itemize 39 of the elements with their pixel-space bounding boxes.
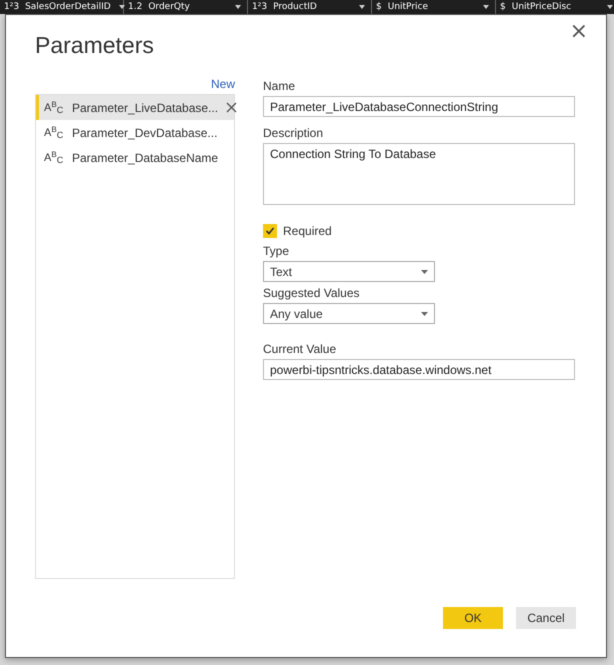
- dialog-title: Parameters: [35, 32, 155, 59]
- ok-button[interactable]: OK: [443, 607, 503, 629]
- column-type-label: 1²3: [252, 2, 268, 12]
- dropdown-caret-icon: [421, 312, 428, 316]
- column-header-label: SalesOrderDetailID: [25, 2, 111, 12]
- cancel-button[interactable]: Cancel: [516, 607, 576, 629]
- column-type-label: 1²3: [4, 2, 20, 12]
- type-label: Type: [263, 244, 290, 258]
- column-header-label: UnitPrice: [388, 2, 428, 12]
- required-checkbox[interactable]: [263, 224, 277, 238]
- current-value-field[interactable]: powerbi-tipsntricks.database.windows.net: [263, 359, 575, 380]
- suggested-values-dropdown[interactable]: Any value: [263, 303, 435, 324]
- parameter-name: Parameter_DevDatabase...: [72, 126, 218, 140]
- name-field[interactable]: Parameter_LiveDatabaseConnectionString: [263, 96, 575, 117]
- dropdown-caret-icon: [233, 3, 243, 11]
- column-type-label: $: [500, 2, 506, 12]
- dropdown-caret-icon: [605, 3, 614, 11]
- new-link[interactable]: New: [210, 77, 235, 91]
- close-button[interactable]: ×: [566, 19, 592, 44]
- required-label: Required: [283, 224, 332, 238]
- dropdown-caret-icon: [481, 3, 491, 11]
- parameter-item[interactable]: A$^{B}$$_{C}$ Parameter_LiveDatabase...: [36, 95, 234, 120]
- parameter-name: Parameter_DatabaseName: [72, 150, 220, 164]
- description-label: Description: [263, 126, 324, 140]
- suggested-values-label: Suggested Values: [263, 286, 361, 300]
- current-value-label: Current Value: [263, 342, 338, 356]
- type-dropdown[interactable]: Text: [263, 261, 435, 282]
- column-type-label: $: [376, 2, 382, 12]
- parameter-name: Parameter_LiveDatabase...: [72, 100, 218, 114]
- column-header-label: UnitPriceDisc: [512, 2, 572, 12]
- delete-icon[interactable]: [226, 102, 238, 113]
- column-header-label: ProductID: [273, 2, 317, 12]
- description-field[interactable]: Connection String To Database: [263, 143, 575, 205]
- column-type-label: 1.2: [128, 2, 142, 12]
- dropdown-caret-icon: [421, 270, 428, 274]
- dropdown-caret-icon: [357, 3, 367, 11]
- name-label: Name: [263, 79, 296, 93]
- dropdown-caret-icon: [116, 3, 127, 11]
- column-header-label: OrderQty: [148, 2, 190, 12]
